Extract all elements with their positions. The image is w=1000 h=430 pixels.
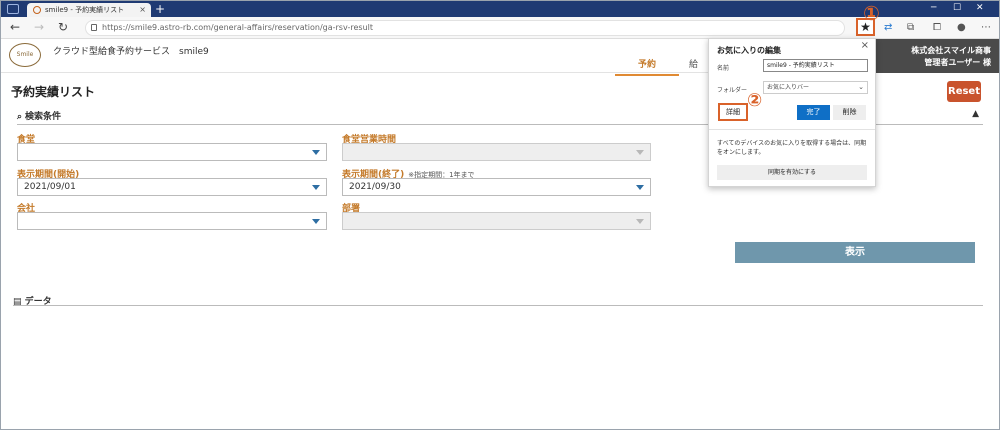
annotation-step-2: ② (747, 90, 763, 111)
chevron-down-icon (312, 219, 320, 224)
divider (709, 129, 875, 130)
more-menu-icon[interactable]: ⋯ (981, 21, 991, 34)
search-icon: ⌕ (17, 112, 23, 122)
favicon-icon (33, 6, 41, 14)
grid-icon: ▤ (13, 297, 22, 307)
chevron-down-icon (312, 185, 320, 190)
chevron-down-icon (636, 219, 644, 224)
name-input[interactable]: smile9 - 予約実績リスト (763, 59, 868, 72)
user-info[interactable]: 株式会社スマイル商事 管理者ユーザー 様 (875, 39, 999, 73)
end-date-value: 2021/09/30 (349, 182, 401, 192)
chevron-down-icon (636, 150, 644, 155)
reload-icon[interactable]: ↻ (58, 20, 68, 34)
favorites-edit-popup: お気に入りの編集 × 名前 smile9 - 予約実績リスト フォルダー お気に… (708, 38, 876, 187)
url-text: https://smile9.astro-rb.com/general-affa… (102, 23, 373, 32)
extensions-icon[interactable]: ⧉ (907, 21, 914, 34)
nav-tab-next[interactable]: 給 (689, 57, 698, 70)
maximize-icon[interactable]: ☐ (953, 3, 961, 13)
nav-tab-reservation[interactable]: 予約 (615, 57, 679, 76)
company-select[interactable] (17, 212, 327, 230)
smile-logo[interactable]: Smile (9, 43, 41, 67)
enable-sync-button[interactable]: 同期を有効にする (717, 165, 867, 180)
minimize-icon[interactable]: ─ (931, 3, 936, 13)
collapse-icon[interactable]: ▲ (972, 109, 979, 119)
sync-message: すべてのデバイスのお気に入りを取得する場合は、同期をオンにします。 (717, 140, 867, 156)
popup-close-icon[interactable]: × (861, 40, 869, 51)
display-button[interactable]: 表示 (735, 242, 975, 263)
chevron-down-icon: ⌄ (858, 83, 864, 91)
page-title: 予約実績リスト (11, 85, 96, 99)
favorites-bar-icon[interactable]: ⧠ (933, 21, 941, 34)
close-window-icon[interactable]: ✕ (976, 3, 984, 13)
brand-title: クラウド型給食予約サービス smile9 (53, 47, 209, 57)
tab-close-icon[interactable]: × (139, 5, 146, 14)
browser-tab[interactable]: smile9 - 予約実績リスト × (27, 3, 151, 17)
delete-button[interactable]: 削除 (833, 105, 866, 120)
folder-select[interactable]: お気に入りバー ⌄ (763, 81, 868, 94)
done-button[interactable]: 完了 (797, 105, 830, 120)
detail-button[interactable]: 詳細 (718, 103, 748, 121)
reset-button[interactable]: Reset (947, 81, 981, 102)
address-bar[interactable]: https://smile9.astro-rb.com/general-affa… (85, 20, 845, 36)
browser-titlebar: smile9 - 予約実績リスト × + ─ ☐ ✕ (1, 1, 999, 17)
start-date-value: 2021/09/01 (24, 182, 76, 192)
window-menu-icon[interactable] (7, 4, 19, 14)
start-date-select[interactable]: 2021/09/01 (17, 178, 327, 196)
browser-toolbar: ← → ↻ https://smile9.astro-rb.com/genera… (1, 17, 999, 39)
lock-icon (91, 24, 97, 31)
chevron-down-icon (312, 150, 320, 155)
department-select (342, 212, 651, 230)
cafeteria-select[interactable] (17, 143, 327, 161)
data-section-title: データ (24, 297, 52, 307)
annotation-step-1: ① (863, 1, 880, 25)
hours-select (342, 143, 651, 161)
user-name: 管理者ユーザー 様 (924, 58, 991, 67)
data-section-header: ▤ データ (13, 294, 983, 307)
chevron-down-icon (636, 185, 644, 190)
name-label: 名前 (717, 65, 730, 72)
new-tab-button[interactable]: + (155, 2, 165, 16)
profile-icon[interactable]: ● (957, 21, 966, 34)
forward-icon[interactable]: → (34, 20, 44, 34)
folder-label: フォルダー (717, 87, 748, 94)
tab-title: smile9 - 予約実績リスト (45, 6, 125, 14)
company-name: 株式会社スマイル商事 (911, 46, 991, 55)
end-date-select[interactable]: 2021/09/30 (342, 178, 651, 196)
search-section-title: 検索条件 (25, 112, 62, 122)
popup-title: お気に入りの編集 (717, 46, 781, 55)
back-icon[interactable]: ← (10, 20, 20, 34)
